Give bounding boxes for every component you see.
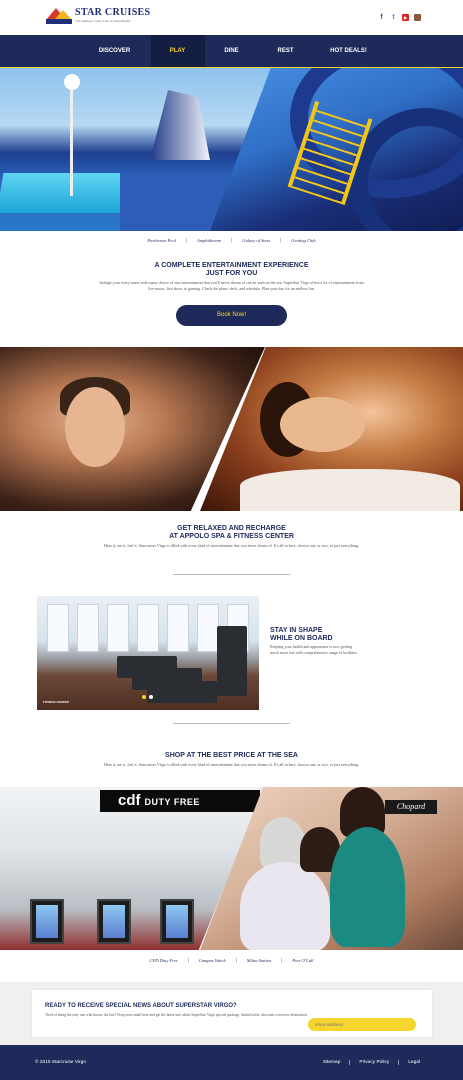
duty-free-sign: cdf DUTY FREE [100, 790, 260, 812]
link-cfd-duty-free[interactable]: CFD Duty Free [139, 958, 189, 963]
site-footer: © 2015 Starcruise Virgo Sitemap Privacy … [0, 1045, 463, 1080]
link-privacy-policy[interactable]: Privacy Policy [350, 1060, 400, 1065]
link-sitemap[interactable]: Sitemap [314, 1060, 351, 1065]
newsletter-title: READY TO RECEIVE SPECIAL NEWS ABOUT SUPE… [45, 1003, 237, 1009]
ship-sail-icon [46, 8, 72, 24]
book-now-button[interactable]: Book Now! [176, 305, 287, 326]
carousel-dot-2[interactable] [149, 695, 153, 699]
brand-logo[interactable]: STAR CRUISES The leading Cruise Line in … [46, 8, 150, 24]
email-input[interactable] [308, 1018, 416, 1031]
link-parthenon-pool[interactable]: Parthenon Pool [137, 238, 187, 243]
shop-title: SHOP AT THE BEST PRICE AT THE SEA [165, 752, 298, 759]
entertainment-title: A COMPLETE ENTERTAINMENT EXPERIENCE JUST… [154, 262, 309, 277]
facebook-icon[interactable]: f [378, 14, 385, 21]
youtube-icon[interactable]: ▶ [402, 14, 409, 21]
brand-name: STAR CRUISES [75, 7, 151, 18]
carousel-dot-1[interactable] [142, 695, 146, 699]
link-campus-watch[interactable]: Campus Watch [189, 958, 237, 963]
nav-dine[interactable]: DINE [205, 35, 259, 68]
carousel-dots [142, 695, 153, 699]
instagram-icon[interactable] [414, 14, 421, 21]
link-genting-club[interactable]: Genting Club [281, 238, 325, 243]
spa-body: Hear it, see it, feel it. Starcruises Vi… [104, 543, 359, 548]
spa-banner [0, 347, 463, 511]
main-nav: DISCOVER PLAY DINE REST HOT DEALS! [0, 35, 463, 68]
shop-links: CFD Duty Free Campus Watch Milan Station… [0, 958, 463, 963]
hero-banner [0, 68, 463, 231]
newsletter-body: Tired of being the only one who knows th… [45, 1013, 308, 1017]
social-links: f t ▶ [378, 14, 421, 21]
fitness-body: Keeping your health and appearance is no… [270, 644, 358, 655]
spa-title: GET RELAXED AND RECHARGE AT APPOLO SPA &… [169, 525, 294, 540]
brand-sign: Chopard [385, 800, 437, 814]
newsletter-box: READY TO RECEIVE SPECIAL NEWS ABOUT SUPE… [32, 990, 432, 1037]
image-caption: FITNESS CENTER [43, 700, 69, 704]
link-legal[interactable]: Legal [399, 1060, 420, 1065]
section-divider [173, 574, 290, 575]
nav-hot-deals[interactable]: HOT DEALS! [313, 35, 385, 68]
twitter-icon[interactable]: t [390, 14, 397, 21]
fitness-center-photo[interactable]: FITNESS CENTER [37, 596, 259, 710]
link-milan-station[interactable]: Milan Station [237, 958, 283, 963]
footer-links: Sitemap Privacy Policy Legal [314, 1060, 420, 1065]
site-header: STAR CRUISES The leading Cruise Line in … [0, 0, 463, 34]
venue-links: Parthenon Pool Amphitheatre Galaxy of St… [0, 238, 463, 243]
nav-rest[interactable]: REST [259, 35, 313, 68]
link-amphitheatre[interactable]: Amphitheatre [187, 238, 233, 243]
shopping-banner: cdf DUTY FREE Chopard [0, 787, 463, 950]
nav-discover[interactable]: DISCOVER [79, 35, 151, 68]
link-port-ocall[interactable]: Port O'Call [282, 958, 323, 963]
shop-body: Hear it, see it, feel it. Starcruises Vi… [104, 762, 359, 767]
link-galaxy-of-stars[interactable]: Galaxy of Stars [232, 238, 282, 243]
copyright: © 2015 Starcruise Virgo [35, 1060, 86, 1065]
nav-play[interactable]: PLAY [150, 35, 205, 68]
section-divider [173, 723, 290, 724]
brand-tagline: The leading Cruise Line in Asia-Pacific [75, 19, 131, 23]
fitness-title: STAY IN SHAPE WHILE ON BOARD [270, 627, 333, 642]
entertainment-body: Indulge your every sense with many choic… [99, 280, 364, 291]
